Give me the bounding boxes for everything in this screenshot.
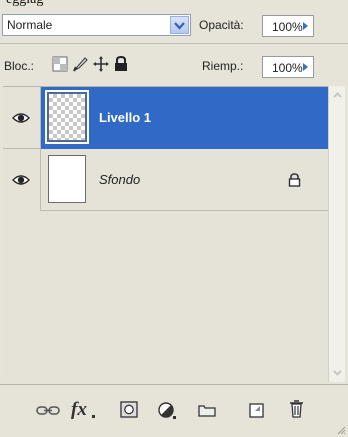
eye-icon [12, 175, 30, 185]
eye-icon [12, 113, 30, 123]
blend-mode-value: Normale [7, 18, 53, 32]
layer-row-livello-1[interactable]: Livello 1 [3, 87, 328, 149]
new-group-icon[interactable] [198, 404, 216, 417]
chevron-down-icon [174, 22, 185, 30]
opacity-field[interactable]: 100% [262, 15, 314, 37]
adjustment-layer-icon[interactable] [158, 401, 176, 419]
scroll-down-icon[interactable] [331, 366, 344, 379]
lock-transparent-icon[interactable] [52, 56, 68, 72]
lock-icon [288, 173, 301, 187]
visibility-toggle[interactable] [3, 149, 41, 211]
fill-slider-arrow-icon[interactable] [302, 62, 309, 72]
layers-list: Livello 1 Sfondo [3, 86, 328, 383]
fill-field[interactable]: 100% [262, 56, 314, 78]
lock-position-icon[interactable] [93, 56, 109, 72]
blend-opacity-row: Normale Opacità: 100% [0, 9, 348, 42]
opacity-slider-arrow-icon[interactable] [302, 21, 309, 31]
layer-thumbnail[interactable] [48, 155, 86, 203]
new-layer-icon[interactable] [249, 402, 265, 418]
layer-thumbnail[interactable] [45, 90, 89, 144]
lock-label: Bloc.: [4, 59, 35, 73]
opacity-label: Opacità: [199, 18, 244, 32]
lock-image-icon[interactable] [73, 56, 89, 72]
fill-value: 100% [272, 61, 303, 75]
layer-style-menu-dot-icon [92, 415, 95, 418]
delete-layer-icon[interactable] [289, 399, 304, 418]
fill-label: Riemp.: [202, 59, 244, 73]
top-clipped-text: eggiag [0, 0, 348, 9]
resize-grip-icon[interactable] [336, 425, 346, 435]
lock-all-icon[interactable] [114, 56, 128, 72]
visibility-toggle[interactable] [3, 87, 41, 149]
layers-bottom-toolbar: fx [0, 384, 348, 437]
layer-name[interactable]: Sfondo [99, 172, 140, 187]
layer-style-icon[interactable]: fx [71, 399, 87, 421]
opacity-value: 100% [272, 20, 303, 34]
layer-row-sfondo[interactable]: Sfondo [3, 149, 328, 211]
layers-scrollbar[interactable] [328, 86, 345, 382]
scroll-up-icon[interactable] [331, 89, 344, 102]
lock-fill-row: Bloc.: Riemp.: 100% [0, 44, 348, 86]
blend-mode-select[interactable]: Normale [2, 14, 191, 36]
link-layers-icon[interactable] [36, 405, 60, 416]
blend-mode-dropdown-button[interactable] [170, 16, 189, 34]
layer-mask-icon[interactable] [120, 401, 138, 418]
layer-name[interactable]: Livello 1 [99, 110, 151, 125]
